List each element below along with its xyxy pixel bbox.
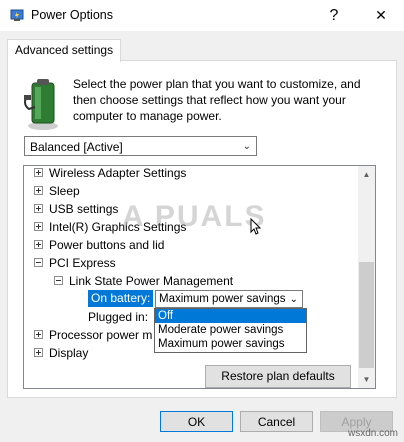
dropdown-option-moderate[interactable]: Moderate power savings: [155, 323, 306, 337]
tree-item-processor-power[interactable]: Processor power m: [34, 326, 152, 344]
mouse-cursor-icon: [250, 218, 262, 235]
expand-icon[interactable]: [34, 240, 43, 249]
close-button[interactable]: ✕: [358, 0, 404, 31]
tree-item-label: USB settings: [49, 202, 119, 216]
tree-item-on-battery[interactable]: On battery:: [88, 290, 154, 307]
tree-item-wireless-adapter[interactable]: Wireless Adapter Settings: [34, 166, 187, 182]
tree-item-label: Plugged in:: [88, 310, 149, 324]
collapse-icon[interactable]: [54, 276, 63, 285]
tree-scrollbar[interactable]: ▲ ▼: [358, 166, 375, 388]
scroll-down-arrow-icon[interactable]: ▼: [358, 371, 375, 388]
tree-item-label: Processor power m: [49, 328, 153, 342]
tree-item-pci-express[interactable]: PCI Express: [34, 254, 116, 272]
tree-item-plugged-in[interactable]: Plugged in:: [88, 308, 148, 326]
on-battery-combo[interactable]: Maximum power savings ⌄: [155, 290, 303, 308]
window-title: Power Options: [31, 8, 113, 22]
power-plan-value: Balanced [Active]: [30, 140, 123, 154]
help-button[interactable]: ?: [311, 0, 357, 31]
battery-icon: [24, 79, 58, 130]
chevron-down-icon: ⌄: [242, 141, 251, 152]
scroll-up-arrow-icon[interactable]: ▲: [358, 166, 375, 183]
ok-button[interactable]: OK: [160, 411, 233, 432]
scrollbar-thumb[interactable]: [359, 262, 374, 368]
title-bar: Power Options ? ✕: [0, 0, 404, 31]
settings-tree[interactable]: Wireless Adapter Settings Sleep USB sett…: [23, 165, 376, 389]
watermark-site: wsxdn.com: [347, 428, 398, 439]
tab-advanced-settings[interactable]: Advanced settings: [7, 39, 122, 62]
chevron-down-icon: ⌄: [289, 294, 298, 305]
expand-icon[interactable]: [34, 168, 43, 177]
description-text: Select the power plan that you want to c…: [73, 77, 361, 123]
dropdown-option-maximum[interactable]: Maximum power savings: [155, 337, 306, 351]
expand-icon[interactable]: [34, 348, 43, 357]
tree-item-label: Display: [49, 346, 89, 360]
dropdown-option-off[interactable]: Off: [155, 309, 306, 323]
cancel-button[interactable]: Cancel: [240, 411, 313, 432]
tree-item-label: Link State Power Management: [69, 274, 234, 288]
expand-icon[interactable]: [34, 204, 43, 213]
tree-item-usb-settings[interactable]: USB settings: [34, 200, 118, 218]
tree-item-label: Wireless Adapter Settings: [49, 166, 187, 180]
tree-item-label: Power buttons and lid: [49, 238, 165, 252]
power-options-app-icon: [10, 9, 24, 21]
expand-icon[interactable]: [34, 186, 43, 195]
tree-item-link-state[interactable]: Link State Power Management: [54, 272, 233, 290]
on-battery-value: Maximum power savings: [159, 293, 286, 305]
on-battery-dropdown-list[interactable]: Off Moderate power savings Maximum power…: [154, 308, 307, 353]
tree-item-sleep[interactable]: Sleep: [34, 182, 80, 200]
expand-icon[interactable]: [34, 330, 43, 339]
tree-item-label: PCI Express: [49, 256, 116, 270]
dialog-body: Advanced settings Select the power plan …: [0, 31, 404, 442]
restore-plan-defaults-button[interactable]: Restore plan defaults: [205, 365, 351, 388]
tree-item-power-buttons[interactable]: Power buttons and lid: [34, 236, 164, 254]
collapse-icon[interactable]: [34, 258, 43, 267]
power-plan-select[interactable]: Balanced [Active] ⌄: [24, 136, 257, 156]
tree-item-display[interactable]: Display: [34, 344, 88, 362]
expand-icon[interactable]: [34, 222, 43, 231]
watermark-logo: A PUALS: [122, 200, 267, 233]
tree-item-label: Sleep: [49, 184, 80, 198]
